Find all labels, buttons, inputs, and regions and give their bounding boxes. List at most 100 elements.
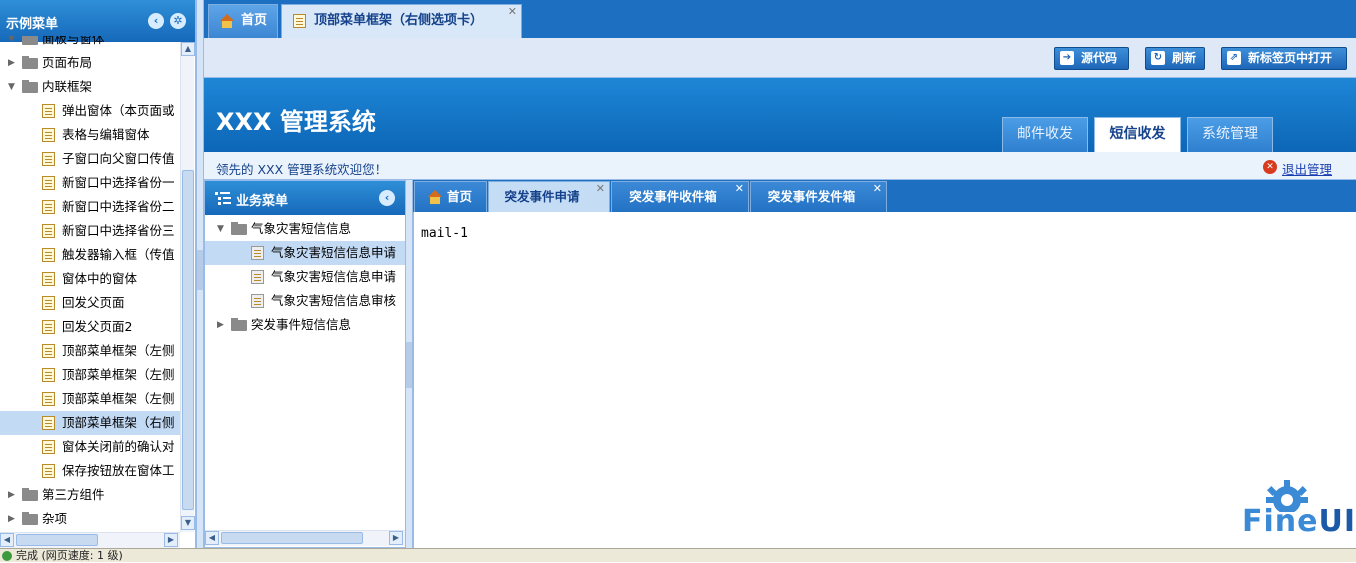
tree-node-label: 窗体中的窗体	[62, 271, 138, 286]
tree-page-node[interactable]: 新窗口中选择省份二	[0, 195, 180, 219]
left-splitter[interactable]	[196, 0, 204, 548]
tree-page-node[interactable]: 气象灾害短信信息申请	[205, 265, 405, 289]
source-code-button[interactable]: ➔ 源代码	[1054, 47, 1129, 70]
content-tab-home[interactable]: 首页	[414, 181, 487, 212]
page-icon	[42, 368, 55, 382]
scroll-thumb[interactable]	[182, 170, 194, 510]
hscroll-thumb[interactable]	[16, 534, 98, 546]
content-tab-inbox-label: 突发事件收件箱	[629, 189, 717, 204]
scroll-up-button[interactable]: ▲	[181, 42, 195, 56]
business-menu-header: 业务菜单 ‹	[205, 181, 405, 215]
page-icon	[42, 152, 55, 166]
tab-top-menu-frame-label: 顶部菜单框架（右侧选项卡）	[314, 13, 484, 28]
open-in-new-tab-button[interactable]: ⇗ 新标签页中打开	[1221, 47, 1347, 70]
tree-folder-node[interactable]: ▼ 气象灾害短信信息	[205, 217, 405, 241]
tree-node-label: 气象灾害短信信息审核	[271, 293, 397, 308]
tree-folder-node[interactable]: ▶ 突发事件短信信息	[205, 313, 405, 337]
scroll-down-button[interactable]: ▼	[181, 516, 195, 530]
tree-node-label: 新窗口中选择省份三	[62, 223, 175, 238]
collapse-arrow-icon[interactable]: ▶	[217, 313, 227, 337]
left-vertical-scrollbar[interactable]: ▲ ▼	[180, 42, 195, 532]
close-icon[interactable]: ✕	[873, 182, 882, 196]
page-icon	[42, 200, 55, 214]
page-icon	[42, 344, 55, 358]
content-tab-inbox[interactable]: 突发事件收件箱 ✕	[611, 181, 749, 212]
collapse-arrow-icon[interactable]: ▶	[8, 507, 18, 531]
page-icon	[293, 14, 306, 28]
tab-home[interactable]: 首页	[208, 4, 278, 38]
tree-node-label: 新窗口中选择省份一	[62, 175, 175, 190]
page-icon	[42, 104, 55, 118]
collapse-menu-icon[interactable]: ‹	[379, 190, 395, 206]
logout-link[interactable]: ✕ 退出管理	[1263, 159, 1332, 178]
logo-text-fine: Fine	[1242, 504, 1319, 539]
content-tab-emergency-apply[interactable]: 突发事件申请 ✕	[488, 181, 610, 212]
gear-icon[interactable]: ✲	[170, 13, 186, 29]
tree-folder-node[interactable]: ▶ 第三方组件	[0, 483, 180, 507]
tree-page-node[interactable]: 新窗口中选择省份三	[0, 219, 180, 243]
collapse-arrow-icon[interactable]: ▶	[8, 51, 18, 75]
refresh-button[interactable]: ↻ 刷新	[1145, 47, 1205, 70]
tree-page-node[interactable]: 表格与编辑窗体	[0, 123, 180, 147]
left-tree: ▼ 面板与窗体 ▶ 页面布局 ▼ 内联框架 弹出窗体（本页面或 表格与编辑窗体 子窗口向父窗口传…	[0, 36, 180, 534]
splitter-handle[interactable]	[406, 342, 412, 388]
tree-page-node[interactable]: 窗体中的窗体	[0, 267, 180, 291]
business-horizontal-scrollbar[interactable]: ◀ ▶	[205, 530, 405, 546]
collapse-panel-icon[interactable]: ‹	[148, 13, 164, 29]
logout-label[interactable]: 退出管理	[1282, 162, 1332, 177]
page-icon	[251, 246, 264, 260]
scroll-left-button[interactable]: ◀	[0, 533, 14, 547]
tree-folder-node[interactable]: ▶ 页面布局	[0, 51, 180, 75]
scroll-right-button[interactable]: ▶	[164, 533, 178, 547]
expand-arrow-icon[interactable]: ▼	[8, 36, 18, 51]
page-icon	[42, 176, 55, 190]
scroll-right-button[interactable]: ▶	[389, 531, 403, 545]
tree-page-node[interactable]: 弹出窗体（本页面或	[0, 99, 180, 123]
tree-node-label: 气象灾害短信信息申请	[271, 245, 397, 260]
tree-page-node[interactable]: 保存按钮放在窗体工	[0, 459, 180, 483]
tab-mail[interactable]: 邮件收发	[1002, 117, 1088, 153]
tree-node-label: 触发器输入框（传值	[62, 247, 175, 262]
splitter-handle[interactable]	[197, 250, 203, 290]
content-text: mail-1	[421, 226, 468, 241]
collapse-arrow-icon[interactable]: ▶	[8, 483, 18, 507]
content-tab-outbox[interactable]: 突发事件发件箱 ✕	[750, 181, 887, 212]
expand-arrow-icon[interactable]: ▼	[217, 217, 227, 241]
tree-page-node[interactable]: 气象灾害短信信息申请	[205, 241, 405, 265]
tab-sms[interactable]: 短信收发	[1094, 117, 1181, 153]
home-icon	[219, 14, 235, 28]
tree-page-node[interactable]: 顶部菜单框架（右侧	[0, 411, 180, 435]
tree-page-node[interactable]: 顶部菜单框架（左侧	[0, 387, 180, 411]
close-icon[interactable]: ✕	[735, 182, 744, 196]
tree-page-node[interactable]: 回发父页面2	[0, 315, 180, 339]
tree-page-node[interactable]: 顶部菜单框架（左侧	[0, 339, 180, 363]
tree-folder-node[interactable]: ▼ 内联框架	[0, 75, 180, 99]
tree-page-node[interactable]: 触发器输入框（传值	[0, 243, 180, 267]
expand-arrow-icon[interactable]: ▼	[8, 75, 18, 99]
close-icon[interactable]: ✕	[508, 5, 517, 19]
tree-node-label: 页面布局	[42, 55, 93, 70]
tree-page-node[interactable]: 子窗口向父窗口传值	[0, 147, 180, 171]
left-horizontal-scrollbar[interactable]: ◀ ▶	[0, 532, 180, 548]
tree-page-node[interactable]: 新窗口中选择省份一	[0, 171, 180, 195]
tree-node-label: 保存按钮放在窗体工	[62, 463, 175, 478]
tree-page-node[interactable]: 窗体关闭前的确认对	[0, 435, 180, 459]
tree-node-label: 内联框架	[42, 79, 93, 94]
scroll-left-button[interactable]: ◀	[205, 531, 219, 545]
refresh-icon: ↻	[1151, 51, 1165, 65]
tab-top-menu-frame[interactable]: 顶部菜单框架（右侧选项卡） ✕	[281, 4, 522, 38]
tree-folder-node[interactable]: ▼ 面板与窗体	[0, 36, 180, 51]
close-icon[interactable]: ✕	[596, 182, 605, 196]
tree-page-node[interactable]: 气象灾害短信信息审核	[205, 289, 405, 313]
app-header	[204, 78, 1356, 152]
tree-folder-node[interactable]: ▶ 杂项	[0, 507, 180, 531]
tree-page-node[interactable]: 顶部菜单框架（左侧	[0, 363, 180, 387]
inner-splitter[interactable]	[405, 180, 413, 548]
hscroll-thumb[interactable]	[221, 532, 363, 544]
tab-system[interactable]: 系统管理	[1187, 117, 1273, 153]
tree-node-label: 杂项	[42, 511, 68, 526]
tree-node-label: 顶部菜单框架（左侧	[62, 391, 175, 406]
tree-page-node[interactable]: 回发父页面	[0, 291, 180, 315]
brand-title: XXX 管理系统	[216, 108, 376, 136]
tree-node-label: 顶部菜单框架（右侧	[62, 415, 175, 430]
